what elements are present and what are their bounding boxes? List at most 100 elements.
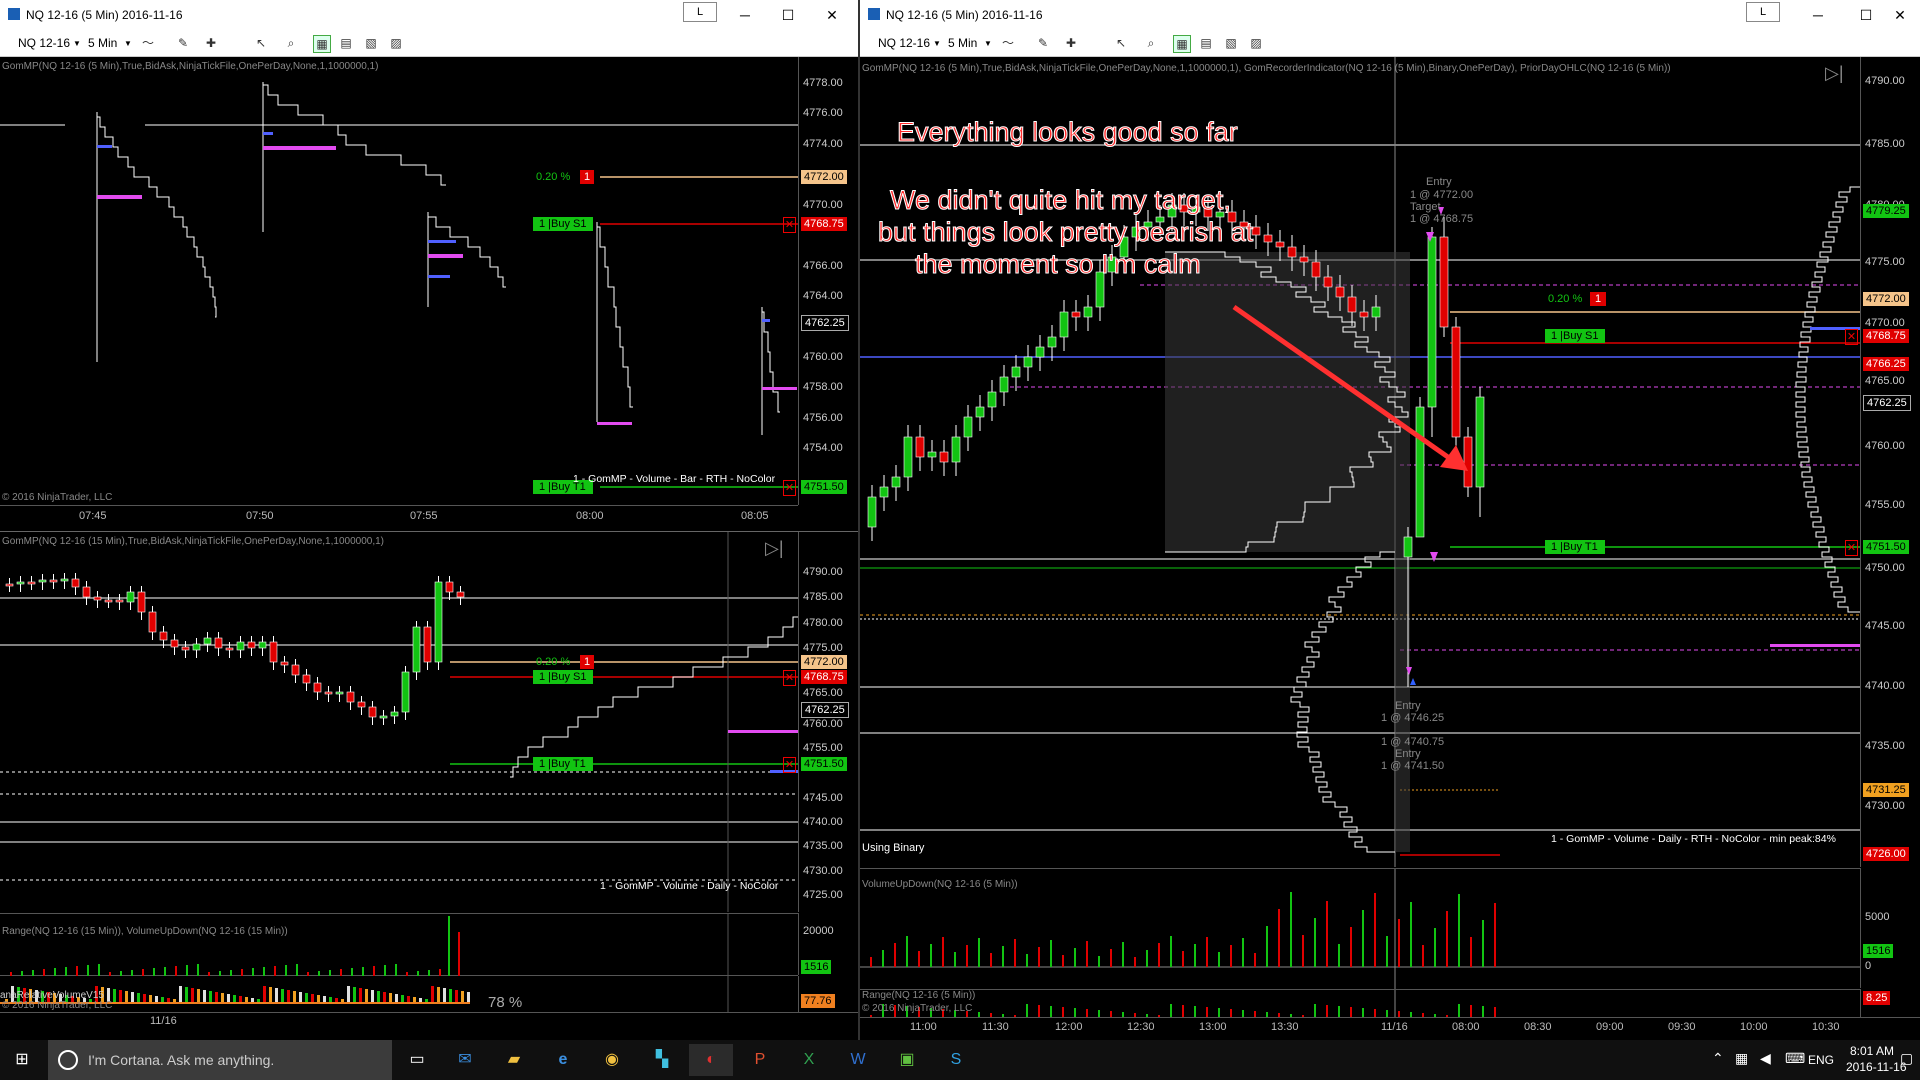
pointer-icon[interactable]: ↖ (1113, 35, 1129, 51)
maximize-icon[interactable]: ☐ (768, 0, 808, 30)
powerpoint-icon[interactable]: P (738, 1044, 782, 1076)
right-range-axis[interactable]: 8.25 (1860, 989, 1920, 1017)
file-explorer-icon[interactable]: ▰ (492, 1044, 536, 1076)
order-qty-badge[interactable]: 1 (580, 170, 595, 184)
left-top-chart[interactable]: GomMP(NQ 12-16 (5 Min),True,BidAsk,Ninja… (0, 57, 798, 505)
relvol-bar (143, 994, 146, 1002)
left-range-panel[interactable]: Range(NQ 12-16 (15 Min)), VolumeUpDown(N… (0, 913, 798, 976)
data-box-icon[interactable]: ▤ (338, 35, 354, 51)
tws-icon[interactable]: ▚ (640, 1044, 684, 1076)
link-button[interactable]: L (683, 2, 717, 22)
interval-selector[interactable]: 5 Min (948, 36, 977, 50)
right-main-chart[interactable]: GomMP(NQ 12-16 (5 Min),True,BidAsk,Ninja… (860, 57, 1860, 867)
right-title-bar[interactable]: NQ 12-16 (5 Min) 2016-11-16 L ─ ☐ ✕ (860, 0, 1920, 30)
chevron-down-icon[interactable]: ▼ (933, 39, 941, 48)
bar-type-icon[interactable]: 〜 (1000, 35, 1016, 51)
instrument-selector[interactable]: NQ 12-16 (18, 36, 70, 50)
word-icon[interactable]: W (836, 1044, 880, 1076)
tray-chevron-icon[interactable]: ⌃ (1712, 1050, 1724, 1067)
interval-selector[interactable]: 5 Min (88, 36, 117, 50)
annotation-target-line-1[interactable]: We didn't quite hit my target, (890, 185, 1232, 216)
data-box-icon[interactable]: ▤ (1198, 35, 1214, 51)
candle-body (49, 579, 58, 583)
clock-time[interactable]: 8:01 AM (1850, 1044, 1894, 1058)
close-order-icon[interactable]: ✕ (783, 217, 796, 233)
skype-icon[interactable]: S (934, 1044, 978, 1076)
annotation-everything-good[interactable]: Everything looks good so far (897, 117, 1239, 148)
chevron-down-icon[interactable]: ▼ (73, 39, 81, 48)
close-order-icon[interactable]: ✕ (1845, 540, 1858, 556)
crosshair-icon[interactable]: ✚ (1063, 35, 1079, 51)
left-title-bar[interactable]: NQ 12-16 (5 Min) 2016-11-16 L ─ ☐ ✕ (0, 0, 858, 30)
chevron-down-icon[interactable]: ▼ (984, 39, 992, 48)
excel-icon[interactable]: X (787, 1044, 831, 1076)
right-main-price-axis[interactable]: 4790.00 4785.00 4780.00 4779.25 4775.00 … (1860, 57, 1920, 867)
minimize-icon[interactable]: ─ (725, 0, 765, 30)
right-volume-axis[interactable]: 5000 1516 0 (1860, 868, 1920, 988)
buy-stop-order[interactable]: 1 |Buy S1 (533, 670, 593, 684)
chart-trader-icon[interactable]: ▦ (313, 35, 331, 53)
close-order-icon[interactable]: ✕ (783, 480, 796, 496)
pencil-icon[interactable]: ✎ (175, 35, 191, 51)
left-top-price-axis[interactable]: 4778.00 4776.00 4774.00 4772.00 4770.00 … (798, 57, 858, 505)
close-icon[interactable]: ✕ (1880, 0, 1920, 30)
chart-trader-icon[interactable]: ▦ (1173, 35, 1191, 53)
close-icon[interactable]: ✕ (812, 0, 852, 30)
minimize-icon[interactable]: ─ (1798, 0, 1838, 30)
strategies-icon[interactable]: ▨ (388, 35, 404, 51)
camtasia-icon[interactable]: ▣ (885, 1044, 929, 1076)
crosshair-icon[interactable]: ✚ (203, 35, 219, 51)
relvol-bar (359, 988, 362, 1002)
ninjatrader-taskbar-icon[interactable]: ◐ (689, 1044, 733, 1076)
cortana-search-box[interactable]: I'm Cortana. Ask me anything. (48, 1040, 392, 1080)
chrome-icon[interactable]: ◉ (590, 1044, 634, 1076)
notification-icon[interactable]: ▢ (1900, 1050, 1913, 1067)
order-qty-badge[interactable]: 1 (580, 655, 595, 669)
zoom-icon[interactable]: ⌕ (1143, 35, 1159, 51)
range-bar (1458, 1004, 1460, 1018)
left-top-time-axis[interactable]: 07:45 07:50 07:55 08:00 08:05 (0, 505, 798, 532)
play-icon[interactable]: ▷| (765, 538, 784, 559)
close-order-icon[interactable]: ✕ (783, 670, 796, 686)
annotation-target-line-2[interactable]: but things look pretty bearish at (877, 217, 1253, 248)
zoom-icon[interactable]: ⌕ (283, 35, 299, 51)
chevron-down-icon[interactable]: ▼ (124, 39, 132, 48)
close-order-icon[interactable]: ✕ (1845, 329, 1858, 345)
keyboard-icon[interactable]: ⌨ (1785, 1050, 1805, 1067)
pencil-icon[interactable]: ✎ (1035, 35, 1051, 51)
bar-type-icon[interactable]: 〜 (140, 35, 156, 51)
volume-bar (1074, 948, 1076, 967)
left-relvol-axis[interactable]: 77.76 (798, 976, 858, 1012)
candle-body (401, 671, 410, 713)
instrument-selector[interactable]: NQ 12-16 (878, 36, 930, 50)
right-range-panel[interactable]: Range(NQ 12-16 (5 Min)) © 2016 NinjaTrad… (860, 989, 1860, 1018)
left-range-axis[interactable]: 20000 1516 0 (798, 913, 858, 975)
buy-stop-order[interactable]: 1 |Buy S1 (1545, 329, 1605, 343)
left-bottom-chart[interactable]: GomMP(NQ 12-16 (15 Min),True,BidAsk,Ninj… (0, 532, 798, 912)
clock-date[interactable]: 2016-11-16 (1846, 1060, 1907, 1074)
right-time-axis[interactable]: 11:00 11:30 12:00 12:30 13:00 13:30 11/1… (860, 1017, 1920, 1040)
pointer-icon[interactable]: ↖ (253, 35, 269, 51)
outlook-icon[interactable]: ✉ (443, 1044, 487, 1076)
play-icon[interactable]: ▷| (1825, 63, 1844, 84)
close-order-icon[interactable]: ✕ (783, 757, 796, 773)
annotation-target-line-3[interactable]: the moment so I'm calm (915, 249, 1202, 280)
left-bottom-price-axis[interactable]: 4790.00 4785.00 4780.00 4775.00 4772.00 … (798, 532, 858, 912)
buy-stop-order[interactable]: 1 |Buy S1 (533, 217, 593, 231)
left-bottom-time-axis[interactable]: 11/16 (0, 1012, 858, 1040)
left-relvol-panel[interactable]: anaRelativeVolumeV15 78 % © 2016 NinjaTr… (0, 976, 798, 1012)
network-icon[interactable]: ▦ (1735, 1050, 1748, 1067)
windows-start-icon[interactable]: ⊞ (0, 1044, 44, 1076)
strategies-icon[interactable]: ▨ (1248, 35, 1264, 51)
right-volume-panel[interactable]: VolumeUpDown(NQ 12-16 (5 Min)) (860, 868, 1860, 989)
edge-icon[interactable]: e (541, 1044, 585, 1076)
buy-target-order[interactable]: 1 |Buy T1 (533, 757, 593, 771)
language-indicator[interactable]: ENG (1808, 1053, 1834, 1067)
link-button[interactable]: L (1746, 2, 1780, 22)
volume-icon[interactable]: ◀ (1760, 1050, 1771, 1067)
indicators-icon[interactable]: ▧ (1223, 35, 1239, 51)
order-qty-badge[interactable]: 1 (1590, 292, 1607, 306)
buy-target-order[interactable]: 1 |Buy T1 (1545, 540, 1605, 554)
task-view-icon[interactable]: ▭ (395, 1044, 439, 1076)
indicators-icon[interactable]: ▧ (363, 35, 379, 51)
